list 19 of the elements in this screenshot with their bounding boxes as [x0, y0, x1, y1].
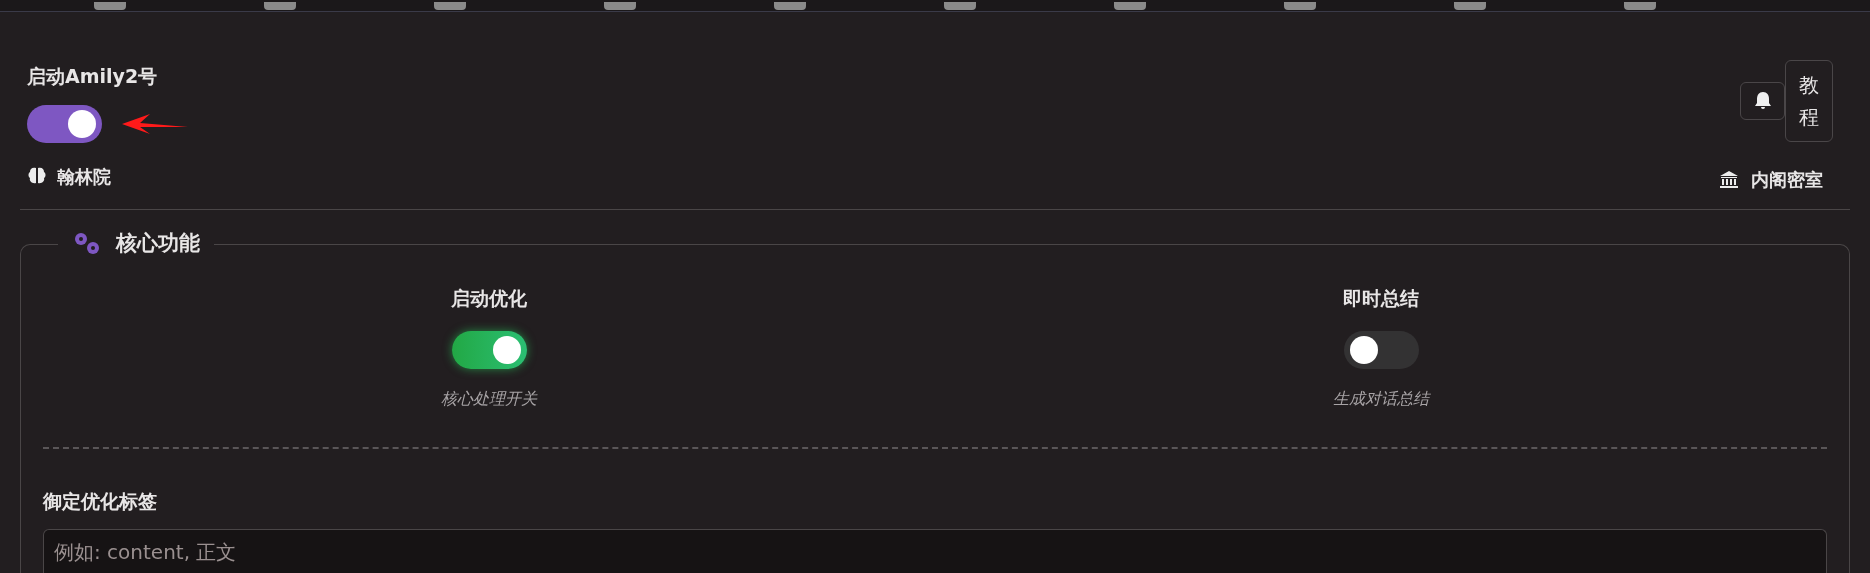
- bell-icon: [1752, 91, 1773, 111]
- tag-input-field[interactable]: 例如: content, 正文: [43, 529, 1827, 573]
- link-label[interactable]: 翰林院: [57, 162, 111, 190]
- toggle-description: 生成对话总结: [1333, 387, 1429, 410]
- toggle-switch[interactable]: [451, 330, 527, 369]
- link-label[interactable]: 内阁密室: [1751, 166, 1823, 193]
- gears-icon: [72, 231, 102, 257]
- section-title: 核心功能: [116, 230, 200, 258]
- toggle-switch[interactable]: [27, 104, 102, 143]
- bank-icon: [1719, 169, 1739, 190]
- toggle-switch[interactable]: [1343, 330, 1419, 369]
- tutorial-button[interactable]: 教程: [1785, 60, 1833, 142]
- toggle-label: 启动优化: [451, 286, 527, 311]
- toggle-label: 即时总结: [1343, 286, 1419, 311]
- switch-label: 启动Amily2号: [27, 64, 159, 89]
- brain-icon: [27, 166, 47, 186]
- notification-button[interactable]: [1740, 82, 1785, 120]
- field-label: 御定优化标签: [43, 488, 158, 514]
- toggle-description: 核心处理开关: [441, 387, 537, 410]
